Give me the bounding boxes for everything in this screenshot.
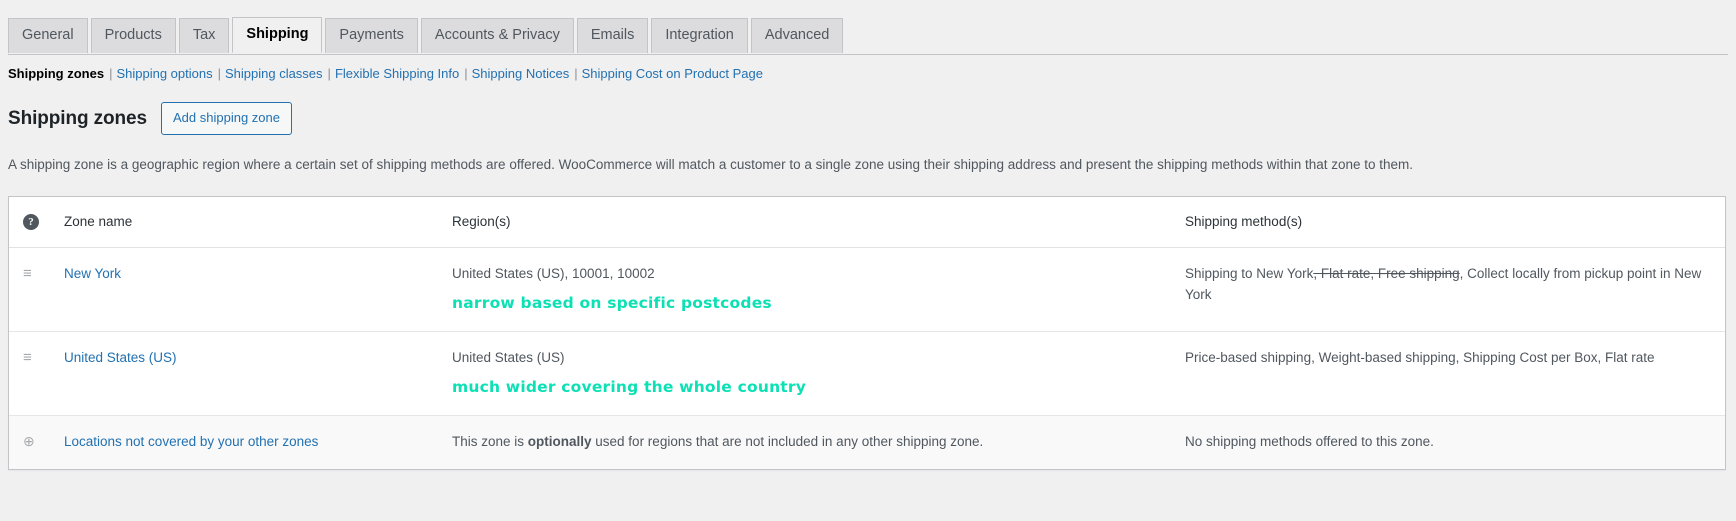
- zone-name-cell: Locations not covered by your other zone…: [64, 416, 452, 469]
- add-shipping-zone-button[interactable]: Add shipping zone: [161, 101, 292, 136]
- drag-handle-icon[interactable]: ≡: [23, 350, 32, 365]
- tab-bar-rule: [8, 54, 1728, 55]
- regions-text-prefix: This zone is: [452, 434, 528, 450]
- subnav-item-shipping-options[interactable]: Shipping options: [116, 64, 212, 85]
- subnav-separator: |: [574, 66, 578, 81]
- shipping-methods-text: Price-based shipping, Weight-based shipp…: [1185, 350, 1655, 366]
- regions-text-suffix: used for regions that are not included i…: [591, 434, 984, 450]
- zone-regions-cell: United States (US), 10001, 10002 narrow b…: [452, 248, 1185, 333]
- tab-shipping[interactable]: Shipping: [232, 17, 323, 54]
- shipping-zones-table: ? Zone name Region(s) Shipping method(s)…: [8, 195, 1726, 470]
- subnav-item-shipping-cost-on-product-page[interactable]: Shipping Cost on Product Page: [582, 64, 763, 85]
- shipping-methods-text: No shipping methods offered to this zone…: [1185, 434, 1434, 450]
- tab-payments[interactable]: Payments: [325, 18, 418, 54]
- zone-name-cell: United States (US): [64, 332, 452, 417]
- zone-name-link[interactable]: United States (US): [64, 350, 177, 365]
- shipping-methods-cell: No shipping methods offered to this zone…: [1185, 416, 1725, 469]
- subnav-separator: |: [327, 66, 331, 81]
- shipping-methods-text: Shipping to New York: [1185, 266, 1314, 282]
- subnav-separator: |: [217, 66, 221, 81]
- table-row: ≡ New York United States (US), 10001, 1000…: [9, 248, 1725, 333]
- table-row: ⊕ Locations not covered by your other zon…: [9, 416, 1725, 469]
- tab-integration[interactable]: Integration: [651, 18, 748, 54]
- shipping-zones-description: A shipping zone is a geographic region w…: [8, 157, 1414, 173]
- regions-text: United States (US), 10001, 10002: [452, 266, 655, 282]
- zone-name-cell: New York: [64, 248, 452, 333]
- subnav-item-flexible-shipping-info[interactable]: Flexible Shipping Info: [335, 64, 459, 85]
- zone-name-link[interactable]: New York: [64, 266, 121, 281]
- help-icon[interactable]: ?: [23, 214, 39, 231]
- row-sort-cell: ≡: [9, 248, 64, 333]
- globe-icon: ⊕: [23, 433, 35, 450]
- handwritten-annotation: much wider covering the whole country: [452, 378, 807, 397]
- tab-accounts-privacy[interactable]: Accounts & Privacy: [420, 18, 574, 54]
- subnav-item-shipping-zones[interactable]: Shipping zones: [8, 64, 104, 85]
- shipping-methods-cell: Price-based shipping, Weight-based shipp…: [1185, 332, 1725, 417]
- shipping-zones-header: Shipping zones Add shipping zone: [0, 85, 1736, 136]
- subnav-separator: |: [109, 66, 113, 81]
- shipping-methods-struck-text: , Flat rate, Free shipping: [1313, 266, 1460, 282]
- shipping-zones-table-wrap: ? Zone name Region(s) Shipping method(s)…: [0, 176, 1736, 470]
- shipping-methods-cell: Shipping to New York, Flat rate, Free sh…: [1185, 248, 1725, 333]
- zone-regions-cell: This zone is optionally used for regions…: [452, 416, 1185, 469]
- zone-name-link[interactable]: Locations not covered by your other zone…: [64, 434, 318, 449]
- regions-text: United States (US): [452, 350, 565, 366]
- subnav-item-shipping-notices[interactable]: Shipping Notices: [472, 64, 570, 85]
- drag-handle-icon[interactable]: ≡: [23, 266, 32, 281]
- settings-tabs: General Products Tax Shipping Payments Accoun…: [8, 17, 1736, 54]
- column-sort-order: ?: [9, 197, 64, 249]
- tab-bar: General Products Tax Shipping Payments Accoun…: [0, 0, 1736, 55]
- table-header-row: ? Zone name Region(s) Shipping method(s): [9, 197, 1725, 249]
- tab-advanced[interactable]: Advanced: [750, 18, 844, 54]
- subnav-item-shipping-classes[interactable]: Shipping classes: [225, 64, 323, 85]
- regions-text-emphasis: optionally: [527, 434, 592, 450]
- handwritten-annotation: narrow based on specific postcodes: [452, 294, 773, 313]
- row-sort-cell: ≡: [9, 332, 64, 417]
- tab-general[interactable]: General: [8, 18, 88, 54]
- table-row: ≡ United States (US) United States (US) muc…: [9, 332, 1725, 417]
- table-header: ? Zone name Region(s) Shipping method(s): [9, 197, 1725, 249]
- column-shipping-methods: Shipping method(s): [1185, 197, 1725, 249]
- subnav-separator: |: [464, 66, 468, 81]
- column-zone-name: Zone name: [64, 197, 452, 249]
- tab-tax[interactable]: Tax: [178, 18, 230, 54]
- shipping-subnav: Shipping zones | Shipping options | Shipping…: [0, 55, 1736, 85]
- tab-emails[interactable]: Emails: [576, 18, 649, 54]
- table-body: ≡ New York United States (US), 10001, 1000…: [9, 248, 1725, 469]
- column-regions: Region(s): [452, 197, 1185, 249]
- tab-products[interactable]: Products: [90, 18, 176, 54]
- row-sort-cell: ⊕: [9, 416, 64, 469]
- settings-page: General Products Tax Shipping Payments Accoun…: [0, 0, 1736, 521]
- zone-regions-cell: United States (US) much wider covering th…: [452, 332, 1185, 417]
- page-title: Shipping zones: [8, 107, 147, 129]
